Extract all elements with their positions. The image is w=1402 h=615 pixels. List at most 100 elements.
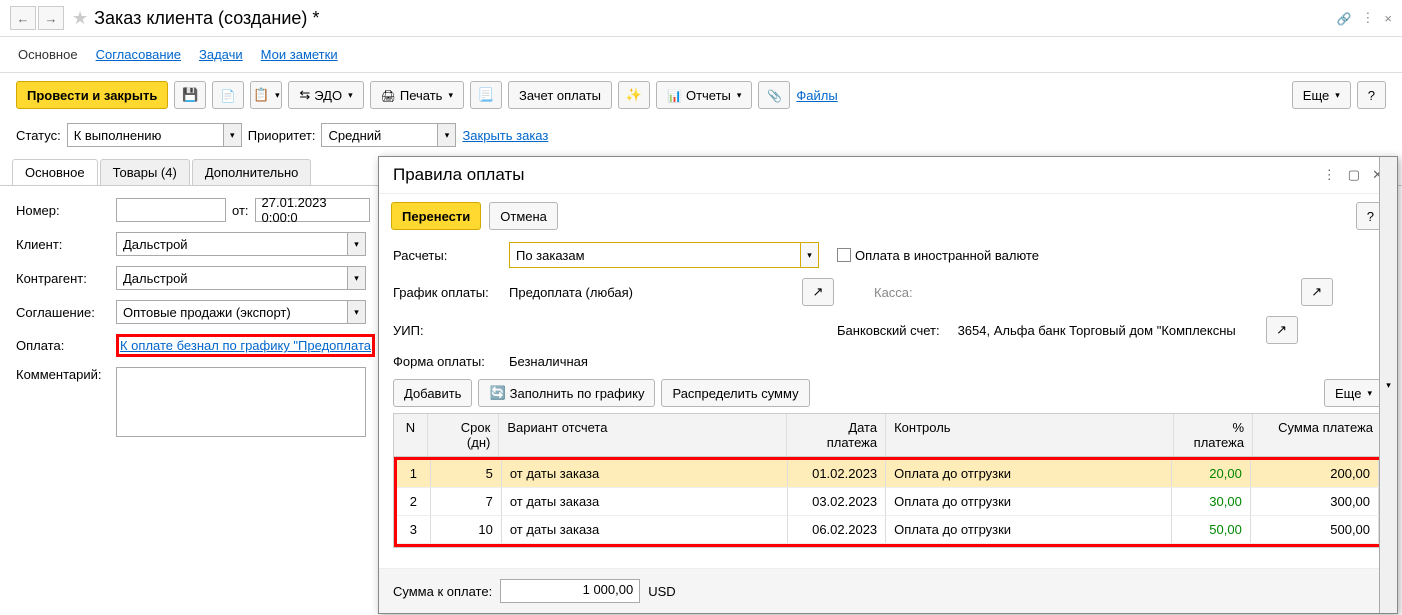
table-row[interactable]: 3 10 от даты заказа 06.02.2023 Оплата до… [397, 516, 1379, 544]
credit-button[interactable]: 📃 [470, 81, 502, 109]
edo-icon: ⇆ [299, 87, 310, 103]
kassa-label: Касса: [874, 285, 913, 300]
edo-button[interactable]: ⇆ЭДО▾ [288, 81, 363, 109]
col-sum[interactable]: Сумма платежа [1253, 414, 1382, 456]
save-icon [182, 87, 198, 103]
status-row: Статус: К выполнению▾ Приоритет: Средний… [0, 117, 1402, 153]
create-based-button[interactable]: 📋▾ [250, 81, 282, 109]
list-icon: 📃 [478, 87, 494, 103]
cancel-button[interactable]: Отмена [489, 202, 558, 230]
foreign-currency-checkbox[interactable]: Оплата в иностранной валюте [837, 248, 1039, 263]
checkbox-icon [837, 248, 851, 262]
grid-highlight: 1 5 от даты заказа 01.02.2023 Оплата до … [394, 457, 1382, 547]
comment-label: Комментарий: [16, 367, 116, 382]
comment-input[interactable] [116, 367, 366, 437]
table-row[interactable]: 2 7 от даты заказа 03.02.2023 Оплата до … [397, 488, 1379, 516]
more-button[interactable]: Еще▾ [1292, 81, 1351, 109]
files-link[interactable]: Файлы [796, 88, 837, 103]
payform-input[interactable]: Безналичная▾ [509, 354, 819, 369]
save-button[interactable] [174, 81, 206, 109]
bank-label: Банковский счет: [837, 323, 940, 338]
tab-tasks[interactable]: Задачи [199, 47, 243, 62]
payform-label: Форма оплаты: [393, 354, 491, 369]
chevron-down-icon: ▾ [347, 301, 365, 323]
calc-label: Расчеты: [393, 248, 491, 263]
magic-icon: ✨ [626, 87, 642, 103]
reports-button[interactable]: Отчеты▾ [656, 81, 752, 109]
print-button[interactable]: Печать▾ [370, 81, 464, 109]
agreement-label: Соглашение: [16, 305, 116, 320]
tab-form-extra[interactable]: Дополнительно [192, 159, 312, 185]
date-input[interactable]: 27.01.2023 0:00:0 [255, 198, 370, 222]
tab-approval[interactable]: Согласование [96, 47, 181, 62]
clip-icon [767, 88, 782, 103]
number-input[interactable] [116, 198, 226, 222]
col-date[interactable]: Дата платежа [787, 414, 886, 456]
distribute-button[interactable]: Распределить сумму [661, 379, 809, 407]
payment-rules-popup: Правила оплаты ⋮ ▢ ✕ Перенести Отмена ? … [378, 156, 1398, 614]
counterparty-input[interactable]: Дальстрой▾ [116, 266, 366, 290]
priority-label: Приоритет: [248, 128, 316, 143]
priority-select[interactable]: Средний▾ [321, 123, 456, 147]
fill-icon: 🔄 [489, 385, 505, 401]
col-control[interactable]: Контроль [886, 414, 1174, 456]
chevron-down-icon: ▾ [1379, 238, 1397, 568]
star-icon[interactable]: ★ [72, 8, 88, 29]
schedule-open-button[interactable]: ↗ [802, 278, 834, 306]
schedule-input[interactable]: Предоплата (любая)▾ [509, 285, 784, 300]
payment-highlight: К оплате безнал по графику "Предоплата [116, 334, 375, 357]
fill-button[interactable]: 🔄Заполнить по графику [478, 379, 655, 407]
back-button[interactable]: ← [10, 6, 36, 30]
table-row[interactable]: 1 5 от даты заказа 01.02.2023 Оплата до … [397, 460, 1379, 488]
close-icon[interactable]: × [1384, 11, 1392, 26]
kassa-open-button[interactable]: ↗ [1301, 278, 1333, 306]
col-n[interactable]: N [394, 414, 428, 456]
status-label: Статус: [16, 128, 61, 143]
counterparty-label: Контрагент: [16, 271, 116, 286]
col-pct[interactable]: % платежа [1174, 414, 1253, 456]
help-button[interactable]: ? [1357, 81, 1386, 109]
col-variant[interactable]: Вариант отсчета [499, 414, 787, 456]
currency-label: USD [648, 584, 675, 599]
nav-tabs: Основное Согласование Задачи Мои заметки [0, 37, 1402, 73]
agreement-input[interactable]: Оптовые продажи (экспорт)▾ [116, 300, 366, 324]
main-toolbar: Провести и закрыть 📋▾ ⇆ЭДО▾ Печать▾ 📃 За… [0, 73, 1402, 117]
tab-notes[interactable]: Мои заметки [261, 47, 338, 62]
post-button[interactable] [212, 81, 244, 109]
close-order-link[interactable]: Закрыть заказ [462, 128, 548, 143]
popup-title: Правила оплаты [393, 165, 524, 185]
maximize-icon[interactable]: ▢ [1348, 167, 1360, 183]
transfer-button[interactable]: Перенести [391, 202, 481, 230]
add-row-button[interactable]: Добавить [393, 379, 472, 407]
tab-form-main[interactable]: Основное [12, 159, 98, 185]
payment-link[interactable]: К оплате безнал по графику "Предоплата [120, 338, 371, 353]
tab-main[interactable]: Основное [18, 47, 78, 62]
grid-header: N Срок (дн) Вариант отсчета Дата платежа… [394, 414, 1382, 457]
sum-input[interactable]: 1 000,00 [500, 579, 640, 603]
link-icon[interactable] [1336, 11, 1351, 26]
chevron-down-icon: ▾ [223, 124, 241, 146]
page-title: Заказ клиента (создание) * [94, 8, 319, 29]
bank-open-button[interactable]: ↗ [1266, 316, 1298, 344]
forward-button[interactable]: → [38, 6, 64, 30]
sum-label: Сумма к оплате: [393, 584, 492, 599]
offset-button[interactable]: Зачет оплаты [508, 81, 612, 109]
attach-button[interactable] [758, 81, 790, 109]
bank-input[interactable]: 3654, Альфа банк Торговый дом "Комплексн… [958, 323, 1248, 338]
client-input[interactable]: Дальстрой▾ [116, 232, 366, 256]
table-more-button[interactable]: Еще▾ [1324, 379, 1383, 407]
post-close-button[interactable]: Провести и закрыть [16, 81, 168, 109]
status-select[interactable]: К выполнению▾ [67, 123, 242, 147]
schedule-label: График оплаты: [393, 285, 491, 300]
calc-select[interactable]: По заказам▾ [509, 242, 819, 268]
tab-form-goods[interactable]: Товары (4) [100, 159, 190, 185]
misc-button[interactable]: ✨ [618, 81, 650, 109]
uip-label: УИП: [393, 323, 491, 338]
kebab-icon[interactable]: ⋮ [1361, 10, 1374, 26]
col-srok[interactable]: Срок (дн) [428, 414, 500, 456]
chevron-down-icon: ▾ [347, 233, 365, 255]
chevron-down-icon: ▾ [437, 124, 455, 146]
from-label: от: [232, 203, 249, 218]
kebab-icon[interactable]: ⋮ [1323, 167, 1336, 183]
chevron-down-icon: ▾ [800, 243, 818, 267]
